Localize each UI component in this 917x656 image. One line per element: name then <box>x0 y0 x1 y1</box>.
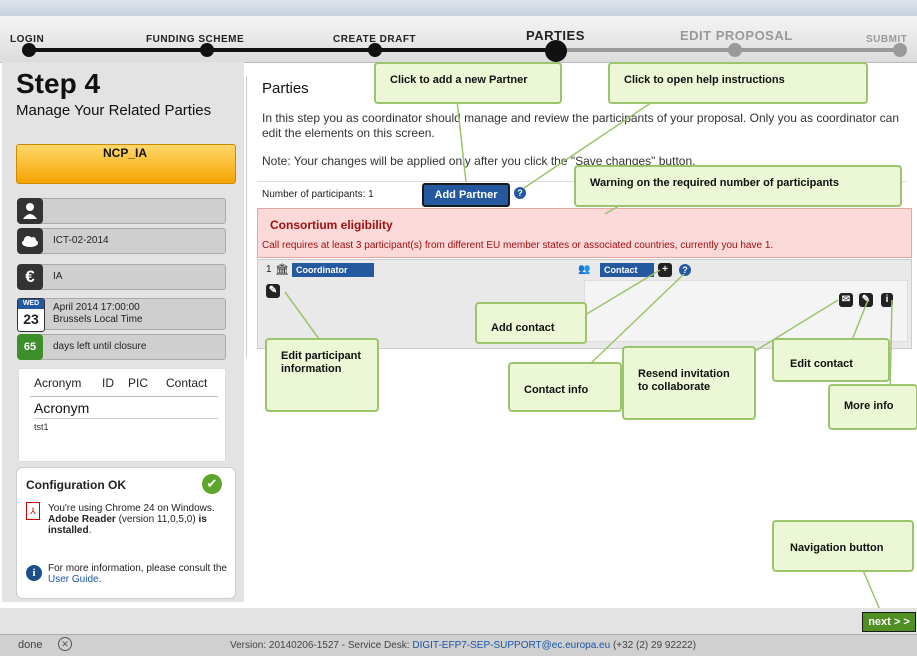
callout-warning-text: Warning on the required number of partic… <box>590 177 839 189</box>
callout-more-info: More info <box>828 384 917 430</box>
callout-add-partner-text: Click to add a new Partner <box>390 74 528 86</box>
callout-edit-contact: Edit contact <box>772 338 890 382</box>
callout-add-contact: Add contact <box>475 302 587 344</box>
next-button[interactable]: next > > <box>862 612 916 632</box>
navigation-bar <box>0 608 917 634</box>
close-icon[interactable]: ✕ <box>58 637 72 651</box>
callout-navigation: Navigation button <box>772 520 914 572</box>
support-phone: (+32 (2) 29 92222) <box>612 640 697 651</box>
callout-add-contact-text: Add contact <box>491 322 555 334</box>
callout-resend-text: Resend invitation to collaborate <box>638 368 730 393</box>
callout-add-partner: Click to add a new Partner <box>374 62 562 104</box>
callout-help: Click to open help instructions <box>608 62 868 104</box>
callout-contact-info: Contact info <box>508 362 622 412</box>
callout-resend: Resend invitation to collaborate <box>622 346 756 420</box>
version-text: Version: 20140206-1527 - Service Desk: <box>230 640 410 651</box>
callout-help-text: Click to open help instructions <box>624 74 785 86</box>
callout-contact-info-text: Contact info <box>524 384 589 396</box>
status-done: done <box>18 639 43 651</box>
callout-navigation-text: Navigation button <box>790 542 884 554</box>
callout-more-info-text: More info <box>844 400 894 412</box>
callout-edit-participant: Edit participant information <box>265 338 379 412</box>
support-email-link[interactable]: DIGIT-EFP7-SEP-SUPPORT@ec.europa.eu <box>412 640 610 651</box>
version-info: Version: 20140206-1527 - Service Desk: D… <box>230 640 696 651</box>
callout-edit-participant-text: Edit participant information <box>281 350 362 375</box>
callout-warning: Warning on the required number of partic… <box>574 165 902 207</box>
callout-edit-contact-text: Edit contact <box>790 358 853 370</box>
